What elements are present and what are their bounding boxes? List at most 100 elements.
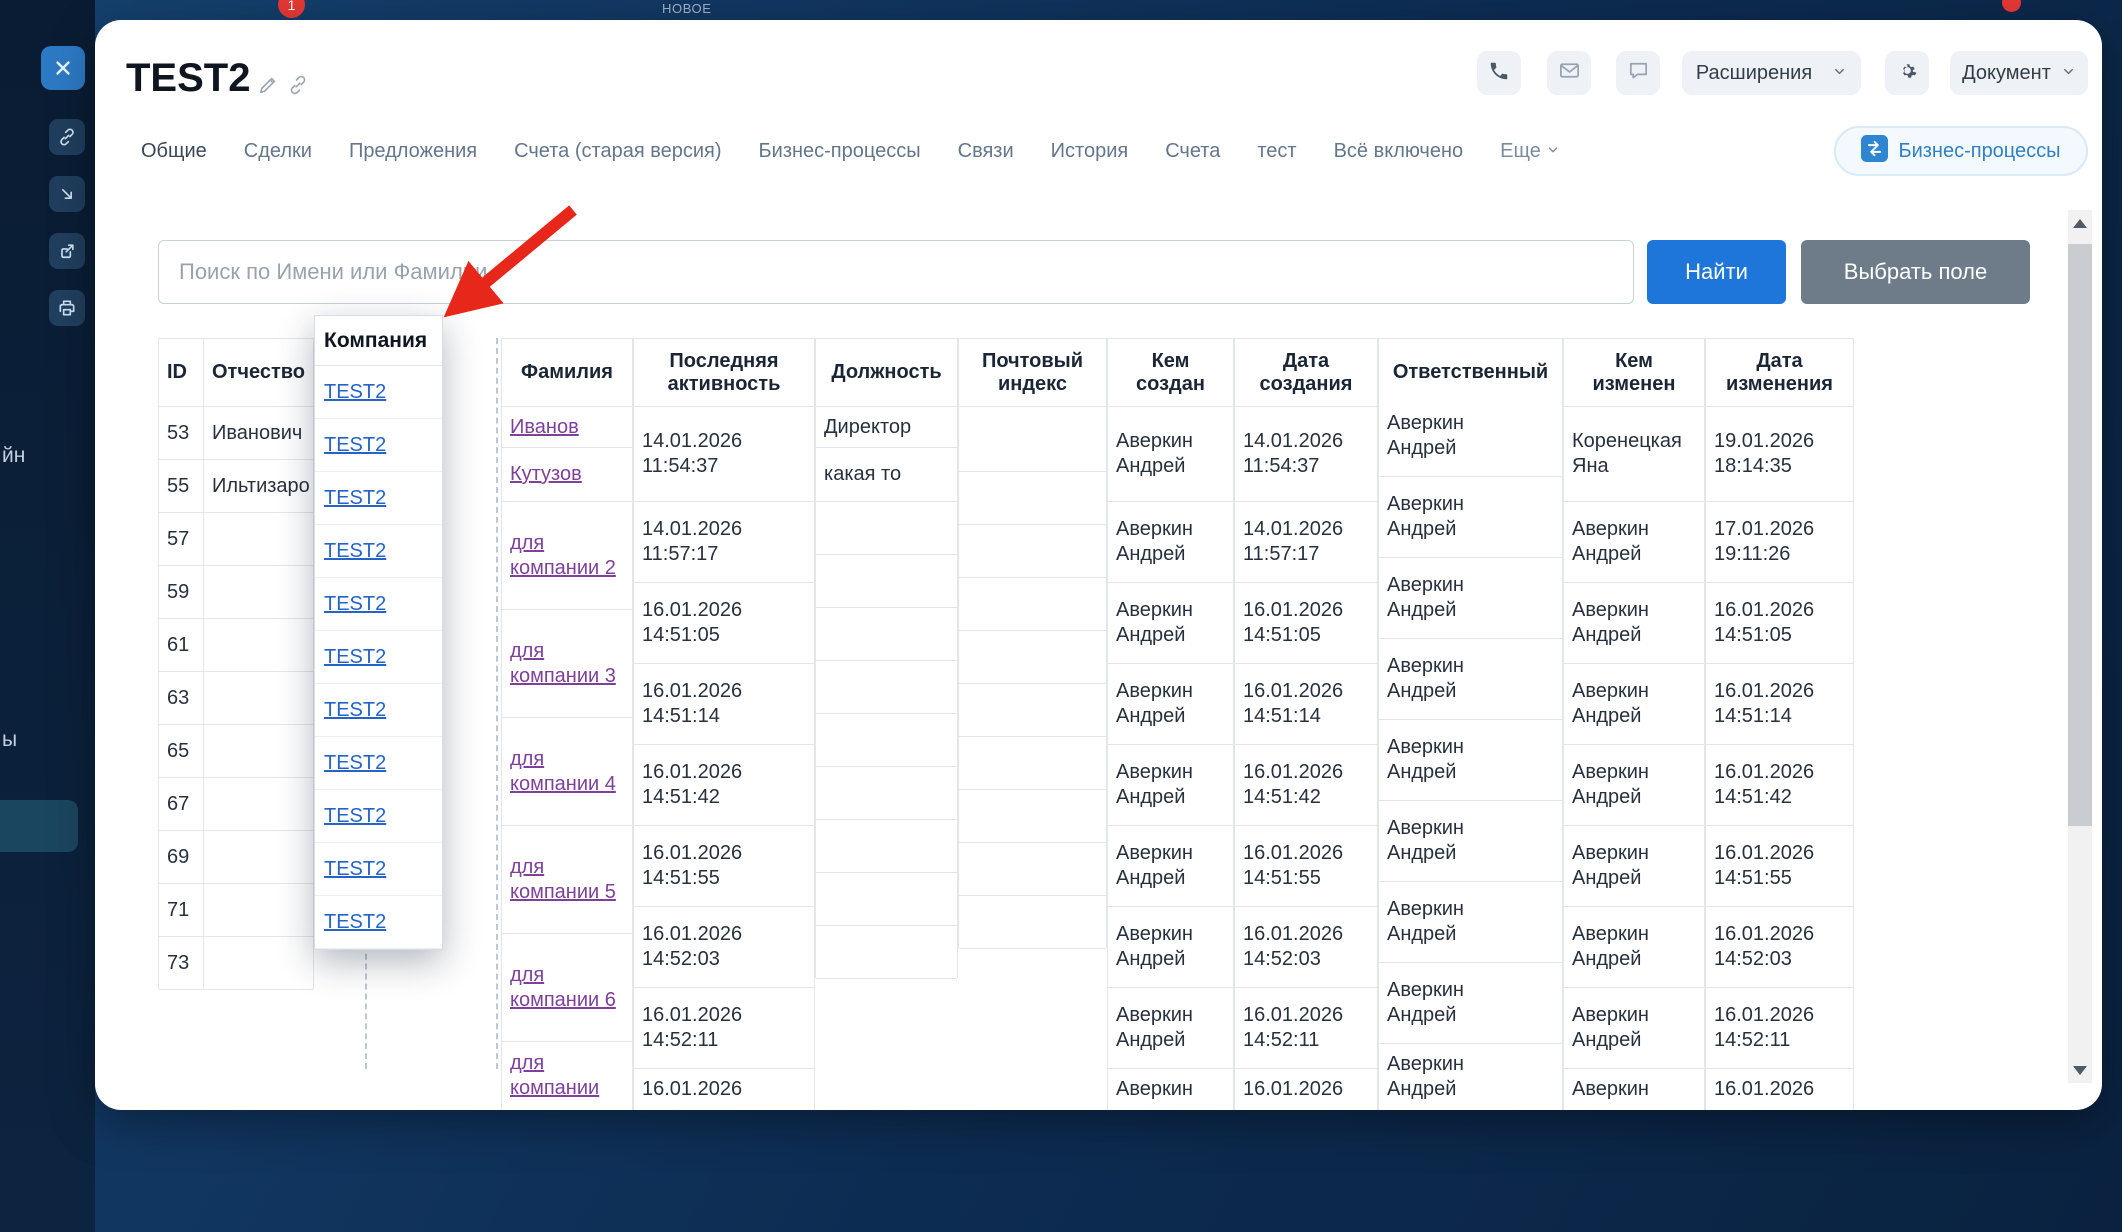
call-button[interactable]	[1477, 51, 1521, 95]
column-header-created_by[interactable]: Кем создан	[1108, 339, 1233, 407]
tab-svyazi[interactable]: Связи	[958, 140, 1014, 163]
scroll-up-arrow[interactable]	[2068, 210, 2092, 236]
tab-predlozheniya[interactable]: Предложения	[349, 140, 477, 163]
table-cell: Аверкин	[1108, 1069, 1233, 1110]
edit-title-button[interactable]	[257, 74, 279, 101]
document-dropdown[interactable]: Документ	[1950, 51, 2088, 95]
column-header-last_name[interactable]: Фамилия	[502, 339, 632, 407]
scroll-down-arrow[interactable]	[2068, 1057, 2092, 1083]
triangle-down-icon	[2073, 1066, 2087, 1075]
table-cell: 16.01.2026 14:52:03	[1235, 907, 1377, 988]
select-field-button[interactable]: Выбрать поле	[1801, 240, 2030, 304]
column-header-created_date[interactable]: Дата создания	[1235, 339, 1377, 407]
tab-more[interactable]: Еще	[1500, 140, 1560, 163]
gear-icon	[1896, 59, 1919, 87]
table-cell: Аверкин Андрей	[1564, 502, 1704, 583]
lastname-link[interactable]: для компании	[510, 1051, 624, 1101]
search-input[interactable]	[158, 240, 1634, 304]
table-cell: для компании 4	[502, 718, 632, 826]
column-header-last_activity[interactable]: Последняя активность	[634, 339, 814, 407]
print-button[interactable]	[49, 290, 85, 326]
table-cell	[959, 407, 1106, 472]
mail-button[interactable]	[1547, 51, 1591, 95]
table-cell	[204, 937, 313, 990]
table-cell: Аверкин Андрей	[1108, 988, 1233, 1069]
company-link[interactable]: TEST2	[324, 487, 386, 510]
settings-button[interactable]	[1885, 51, 1929, 95]
extensions-label: Расширения	[1696, 62, 1812, 85]
column-header-middle_name[interactable]: Отчество	[204, 339, 313, 407]
company-link[interactable]: TEST2	[324, 752, 386, 775]
company-link[interactable]: TEST2	[324, 805, 386, 828]
chat-button[interactable]	[1616, 51, 1660, 95]
column-header-postal_code[interactable]: Почтовый индекс	[959, 339, 1106, 407]
table-cell: Директор	[816, 407, 957, 448]
open-new-window-button[interactable]	[49, 233, 85, 269]
find-button[interactable]: Найти	[1647, 240, 1786, 304]
column-header-modified_by[interactable]: Кем изменен	[1564, 339, 1704, 407]
table-cell: для компании 6	[502, 934, 632, 1042]
table-cell: 16.01.2026	[1235, 1069, 1377, 1110]
lastname-link[interactable]: для компании 2	[510, 531, 624, 581]
drag-column[interactable]: Компания TEST2 TEST2 TEST2 TEST2 TEST2 TEST2 T…	[314, 315, 443, 950]
edit-pencil-icon	[257, 83, 279, 100]
company-link[interactable]: TEST2	[324, 858, 386, 881]
table-cell: 59	[159, 566, 203, 619]
tab-vsyo-vklyucheno[interactable]: Всё включено	[1334, 140, 1464, 163]
tab-test[interactable]: тест	[1257, 140, 1296, 163]
table-cell	[816, 502, 957, 555]
column-header-modified_date[interactable]: Дата изменения	[1706, 339, 1853, 407]
table-cell: Аверкин Андрей	[1379, 963, 1562, 1044]
open-line-button[interactable]	[49, 176, 85, 212]
table-cell: 16.01.2026	[634, 1069, 814, 1110]
column-header-id[interactable]: ID	[159, 339, 203, 407]
copy-link-icon	[287, 83, 309, 100]
lastname-link[interactable]: Кутузов	[510, 462, 582, 487]
table-cell: Аверкин Андрей	[1564, 745, 1704, 826]
column-header-position[interactable]: Должность	[816, 339, 957, 407]
lastname-link[interactable]: Иванов	[510, 415, 579, 440]
background-menu-fragment	[0, 800, 78, 852]
company-link[interactable]: TEST2	[324, 434, 386, 457]
tab-biznes-protsessy[interactable]: Бизнес-процессы	[759, 140, 921, 163]
lastname-link[interactable]: для компании 5	[510, 855, 624, 905]
extensions-dropdown[interactable]: Расширения	[1682, 51, 1861, 95]
table-cell: для компании 3	[502, 610, 632, 718]
lastname-link[interactable]: для компании 4	[510, 747, 624, 797]
tab-istoriya[interactable]: История	[1051, 140, 1129, 163]
business-processes-button[interactable]: Бизнес-процессы	[1834, 126, 2088, 176]
scroll-thumb[interactable]	[2068, 244, 2092, 826]
table-cell: 69	[159, 831, 203, 884]
lastname-link[interactable]: для компании 6	[510, 963, 624, 1013]
table-scrollbar[interactable]	[2068, 210, 2092, 1083]
chat-icon	[1627, 59, 1650, 87]
tab-obshchie[interactable]: Общие	[141, 140, 207, 163]
close-slider-button[interactable]	[41, 46, 85, 90]
table-cell: 16.01.2026 14:52:03	[1706, 907, 1853, 988]
table-cell: Аверкин Андрей	[1108, 907, 1233, 988]
table-cell	[959, 737, 1106, 790]
notification-dot	[2002, 0, 2021, 12]
copy-link-button[interactable]	[49, 119, 85, 155]
printer-icon	[57, 298, 77, 318]
tab-sdelki[interactable]: Сделки	[244, 140, 312, 163]
tab-scheta-staraya-versiya[interactable]: Счета (старая версия)	[514, 140, 721, 163]
table-column-last_name: Фамилия Иванов Кутузов для компании 2 для ко…	[501, 338, 633, 1110]
company-link[interactable]: TEST2	[324, 646, 386, 669]
table-cell: Аверкин Андрей	[1379, 882, 1562, 963]
company-link[interactable]: TEST2	[324, 381, 386, 404]
copy-page-link-button[interactable]	[287, 74, 309, 101]
new-label-fragment: НОВОЕ	[662, 1, 712, 16]
drag-column-cell: TEST2	[315, 525, 442, 578]
lastname-link[interactable]: для компании 3	[510, 639, 624, 689]
triangle-up-icon	[2073, 219, 2087, 228]
table-cell	[816, 926, 957, 979]
company-link[interactable]: TEST2	[324, 540, 386, 563]
company-link[interactable]: TEST2	[324, 593, 386, 616]
drag-column-header[interactable]: Компания	[315, 316, 442, 366]
company-link[interactable]: TEST2	[324, 911, 386, 934]
close-icon	[52, 57, 74, 79]
company-link[interactable]: TEST2	[324, 699, 386, 722]
tab-scheta[interactable]: Счета	[1165, 140, 1220, 163]
table-cell: для компании 2	[502, 502, 632, 610]
